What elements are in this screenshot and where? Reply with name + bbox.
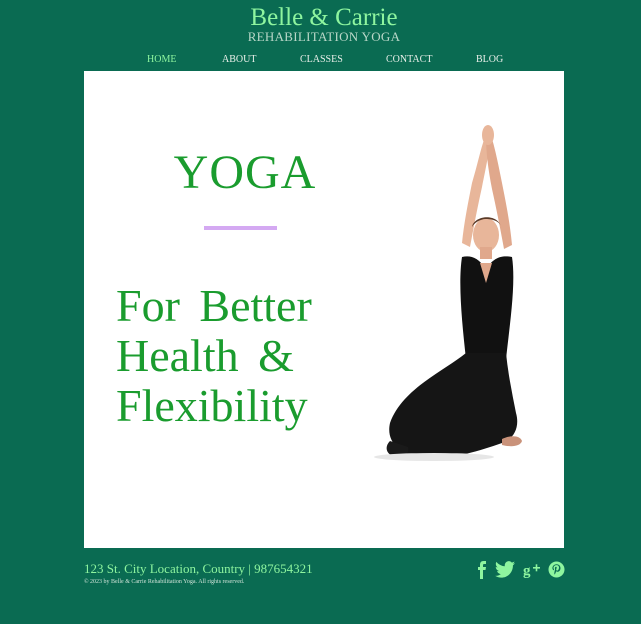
facebook-icon[interactable] xyxy=(476,561,488,581)
yoga-woman-image xyxy=(374,125,522,461)
svg-text:g: g xyxy=(523,563,531,579)
tagline-line-1: For Better xyxy=(116,280,312,331)
hero-tagline: For Better Health & Flexibility xyxy=(116,281,356,431)
pinterest-icon[interactable] xyxy=(548,561,565,581)
tagline-line-2: Health & xyxy=(116,330,294,381)
nav-about[interactable]: ABOUT xyxy=(222,54,256,66)
google-plus-icon[interactable]: g xyxy=(523,561,541,581)
footer-address: 123 St. City Location, Country | 9876543… xyxy=(84,561,313,576)
nav-classes[interactable]: CLASSES xyxy=(300,54,343,66)
footer-copyright: © 2023 by Belle & Carrie Rehabilitation … xyxy=(84,579,245,585)
main-nav: HOME ABOUT CLASSES CONTACT BLOG xyxy=(0,54,641,68)
tagline-line-3: Flexibility xyxy=(116,380,308,431)
hero-panel: YOGA For Better Health & Flexibility xyxy=(84,71,564,548)
brand-subtitle: REHABILITATION YOGA xyxy=(247,29,401,44)
hero-title: YOGA xyxy=(173,146,317,199)
nav-home[interactable]: HOME xyxy=(147,54,176,66)
brand-title[interactable]: Belle & Carrie xyxy=(0,4,641,32)
hero-divider xyxy=(204,226,277,230)
nav-contact[interactable]: CONTACT xyxy=(386,54,432,66)
nav-blog[interactable]: BLOG xyxy=(476,54,503,66)
twitter-icon[interactable] xyxy=(495,561,515,581)
